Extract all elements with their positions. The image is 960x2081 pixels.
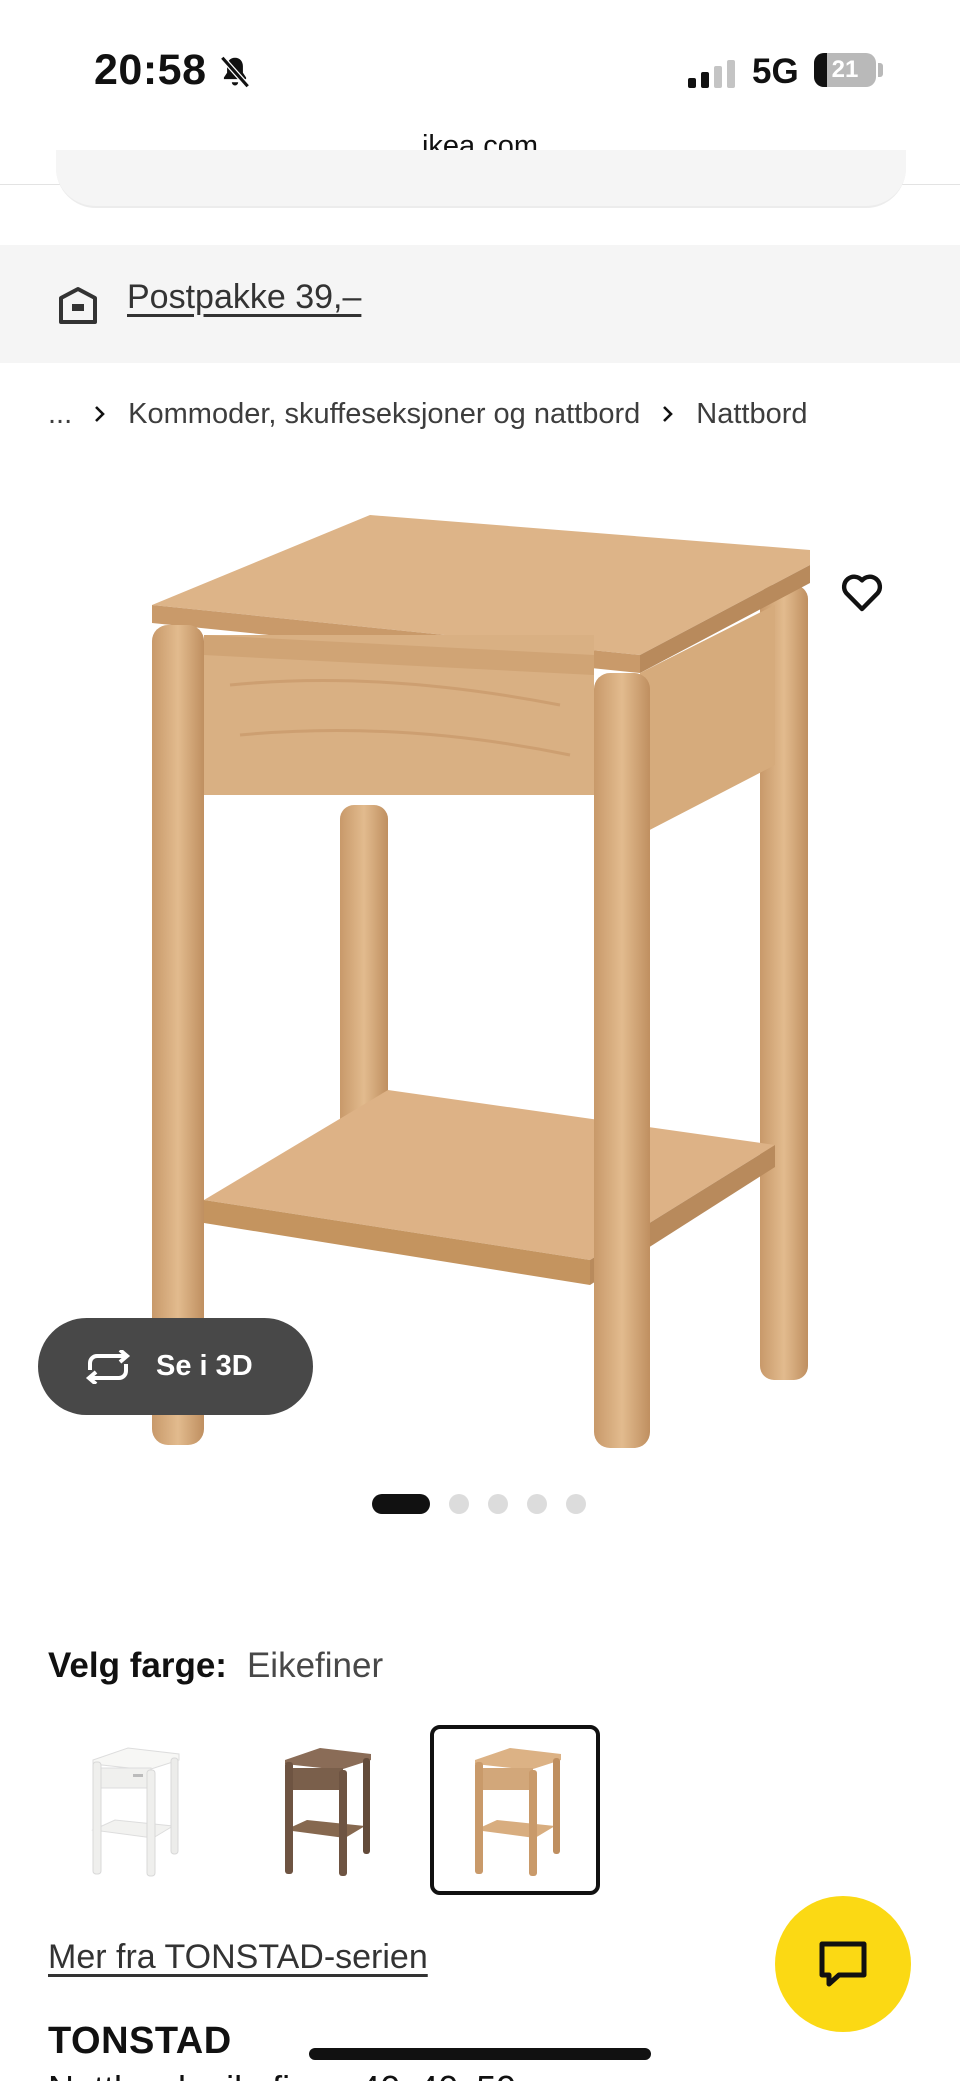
rotate-3d-icon — [85, 1349, 131, 1384]
color-value: Eikefiner — [246, 1646, 384, 1685]
color-option-oak[interactable] — [430, 1725, 600, 1895]
product-name: TONSTAD — [48, 2020, 232, 2062]
battery-level: 21 — [831, 56, 859, 83]
color-label: Velg farge: — [48, 1646, 227, 1685]
nightstand-oak-thumbnail — [475, 1748, 561, 1876]
carousel-dot-active[interactable] — [372, 1494, 430, 1514]
color-option-brown[interactable] — [240, 1725, 410, 1895]
postpakke-link[interactable]: Postpakke 39,– — [127, 278, 361, 317]
breadcrumb-item-current[interactable]: Nattbord — [696, 398, 807, 431]
search-bar-edge[interactable] — [56, 150, 906, 208]
signal-icon — [688, 60, 735, 88]
chat-button[interactable] — [775, 1896, 911, 2032]
chat-bubble-icon — [819, 1941, 867, 1987]
battery-icon: 21 — [814, 53, 876, 87]
breadcrumb-item-ellipsis[interactable]: ... — [48, 398, 72, 431]
series-link[interactable]: Mer fra TONSTAD-serien — [48, 1938, 428, 1977]
network-type: 5G — [752, 52, 799, 91]
status-bar: 20:58 5G 21 — [0, 0, 960, 120]
breadcrumb: ... Kommoder, skuffeseksjoner og nattbor… — [48, 392, 808, 436]
home-indicator[interactable] — [309, 2048, 651, 2060]
heart-icon[interactable] — [838, 568, 886, 616]
nightstand-brown-thumbnail — [285, 1748, 371, 1876]
delivery-box-icon — [59, 287, 97, 324]
product-image-nightstand[interactable] — [0, 505, 960, 1450]
carousel-dot[interactable] — [566, 1494, 586, 1514]
product-description: Nattbord, eikefiner, 40x40x59 cm — [48, 2068, 574, 2081]
nightstand-white-thumbnail — [91, 1747, 180, 1877]
bell-off-icon — [220, 55, 250, 89]
carousel-dot[interactable] — [449, 1494, 469, 1514]
clock: 20:58 — [94, 46, 207, 94]
battery-tip — [878, 63, 883, 77]
view-3d-button[interactable]: Se i 3D — [38, 1318, 313, 1415]
carousel-dot[interactable] — [527, 1494, 547, 1514]
carousel-indicator — [372, 1494, 605, 1514]
view-3d-label: Se i 3D — [156, 1350, 253, 1382]
carousel-dot[interactable] — [488, 1494, 508, 1514]
color-selection: Velg farge: Eikefiner — [48, 1646, 383, 1686]
color-option-white[interactable] — [48, 1725, 218, 1895]
chevron-right-icon — [95, 406, 106, 422]
chevron-right-icon — [663, 406, 674, 422]
breadcrumb-item-category[interactable]: Kommoder, skuffeseksjoner og nattbord — [128, 398, 640, 431]
delivery-banner: Postpakke 39,– — [0, 245, 960, 363]
